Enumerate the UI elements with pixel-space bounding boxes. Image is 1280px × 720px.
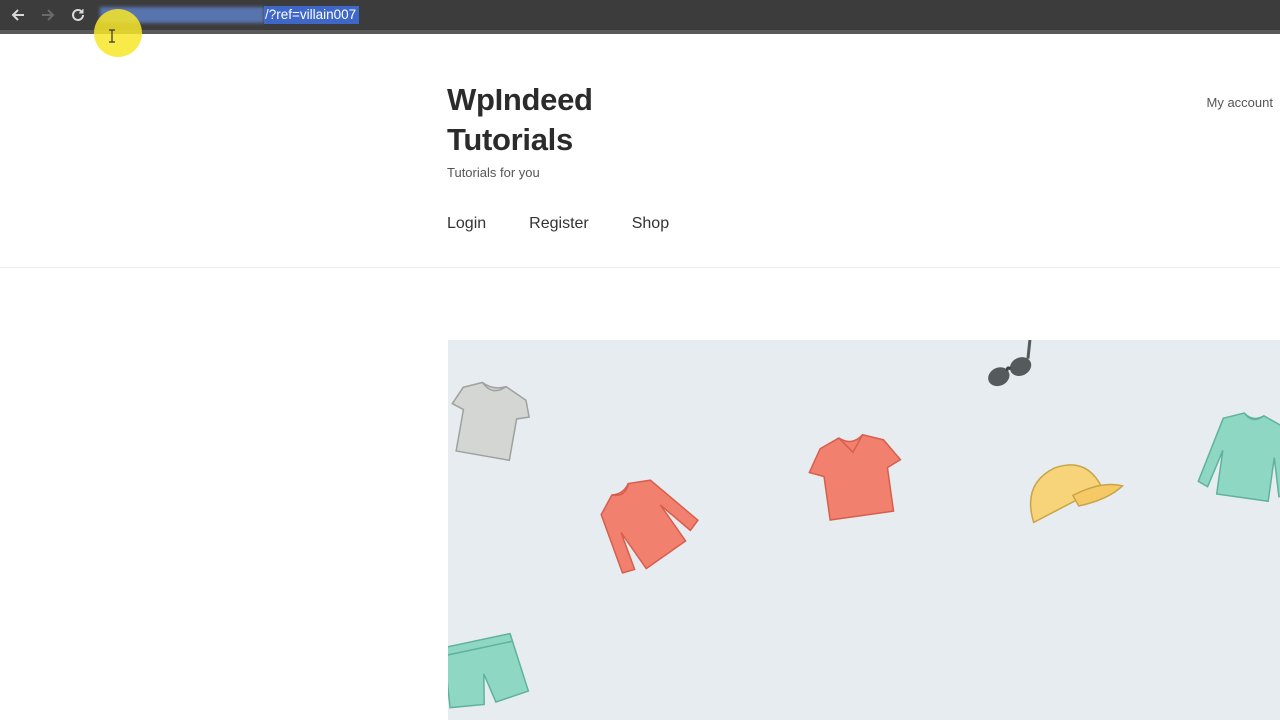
site-tagline: Tutorials for you [447,165,540,180]
primary-menu: Login Register Shop [447,215,712,233]
mint-shorts-icon [448,632,530,709]
site-title-line1: WpIndeed [447,82,593,117]
address-url-selected: /?ref=villain007 [264,6,360,24]
reload-icon[interactable] [67,4,89,26]
site-title-line2: Tutorials [447,122,573,157]
site-title[interactable]: WpIndeed Tutorials [447,80,593,160]
browser-toolbar: /?ref=villain007 [0,0,1280,34]
yellow-cap-icon [1029,464,1125,524]
back-arrow-icon[interactable] [7,4,29,26]
sunglasses-icon [988,340,1032,387]
hero-banner [448,340,1280,720]
gray-tshirt-icon [451,381,531,462]
salmon-sweater-icon [600,479,699,574]
my-account-link[interactable]: My account [1207,95,1273,110]
menu-item-register[interactable]: Register [529,215,589,233]
menu-item-login[interactable]: Login [447,215,486,233]
menu-item-shop[interactable]: Shop [632,215,669,233]
mint-longsleeve-icon [1197,412,1280,503]
salmon-tshirt-icon [808,433,902,521]
forward-arrow-icon[interactable] [37,4,59,26]
